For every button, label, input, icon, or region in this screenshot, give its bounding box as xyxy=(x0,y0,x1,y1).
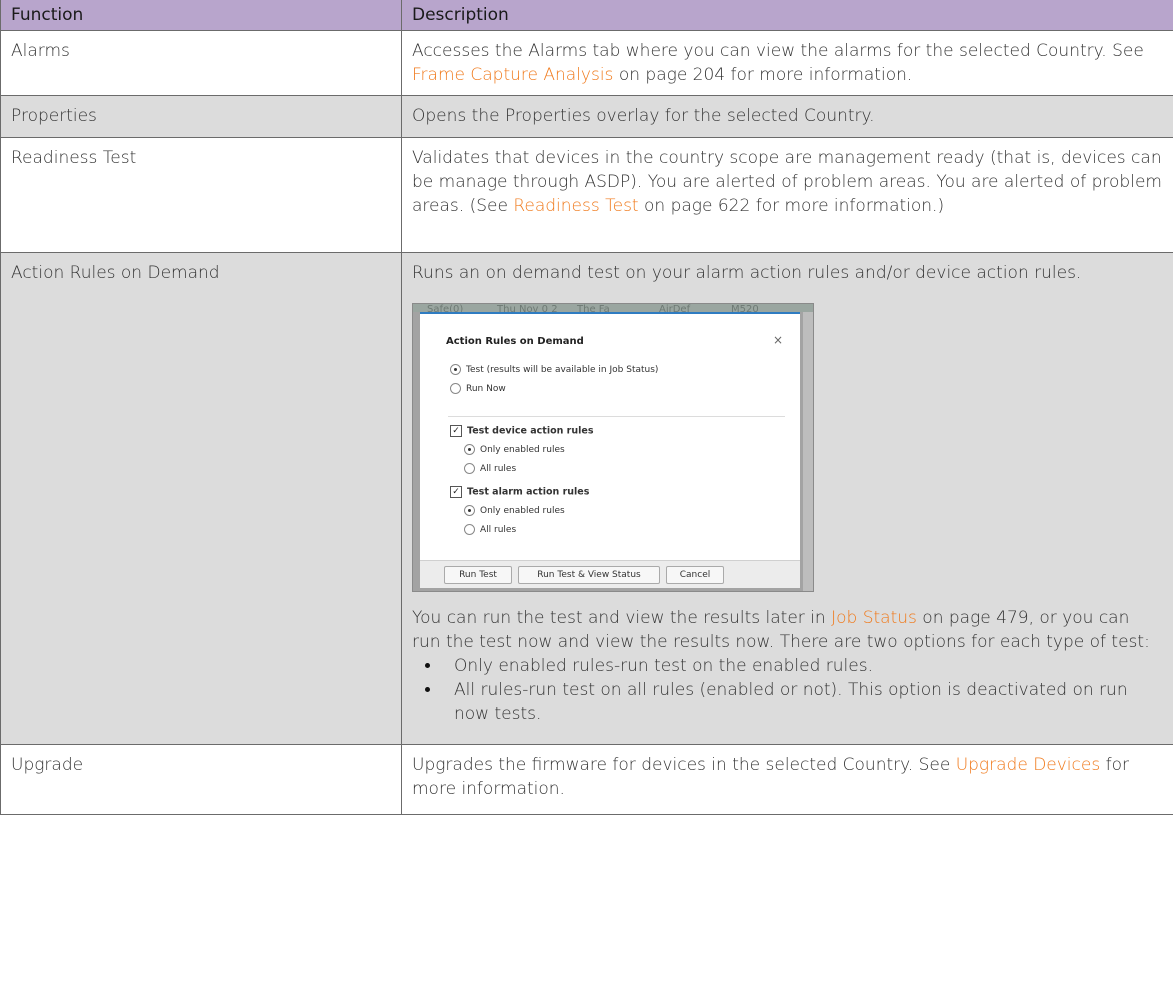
radio-selected-icon xyxy=(464,505,475,516)
strip-text: M520 xyxy=(731,304,759,312)
dialog-body: Action Rules on Demand × Test (results w… xyxy=(420,312,800,560)
strip-text: AirDef xyxy=(659,304,691,312)
option-label: Only enabled rules xyxy=(480,445,565,455)
table-row: Readiness Test Validates that devices in… xyxy=(0,137,1173,253)
description-paragraph: You can run the test and view the result… xyxy=(412,606,1163,654)
radio-device-only-enabled[interactable]: Only enabled rules xyxy=(464,444,565,456)
test-alarm-action-rules-checkbox[interactable]: ✓ Test alarm action rules xyxy=(450,486,589,498)
description-cell: Opens the Properties overlay for the sel… xyxy=(401,95,1173,138)
divider xyxy=(448,416,785,417)
table-row: Upgrade Upgrades the firmware for device… xyxy=(0,744,1173,815)
radio-icon xyxy=(464,463,475,474)
options-list: Only enabled rules-run test on the enabl… xyxy=(412,654,1163,726)
description-text: Accesses the Alarms tab where you can vi… xyxy=(412,41,1144,61)
background-status-strip: Safe(0) Thu Nov 0 2 The Fa AirDef M520 xyxy=(413,304,813,312)
frame-capture-analysis-link[interactable]: Frame Capture Analysis xyxy=(412,65,613,85)
radio-alarm-only-enabled[interactable]: Only enabled rules xyxy=(464,505,565,517)
test-device-action-rules-checkbox[interactable]: ✓ Test device action rules xyxy=(450,425,593,437)
table-row: Properties Opens the Properties overlay … xyxy=(0,95,1173,138)
description-text: Upgrades the firmware for devices in the… xyxy=(412,755,956,775)
column-header-description: Description xyxy=(401,0,1173,31)
strip-text: Safe(0) xyxy=(427,304,464,312)
radio-option-test[interactable]: Test (results will be available in Job S… xyxy=(450,364,658,376)
action-rules-dialog-screenshot: Safe(0) Thu Nov 0 2 The Fa AirDef M520 A… xyxy=(412,303,814,592)
table-row: Action Rules on Demand Runs an on demand… xyxy=(0,252,1173,745)
description-text: on page 622 for more information.) xyxy=(638,196,945,216)
function-cell: Upgrade xyxy=(0,744,402,815)
radio-selected-icon xyxy=(464,444,475,455)
description-cell: Upgrades the firmware for devices in the… xyxy=(401,744,1173,815)
description-text: on page 204 for more information. xyxy=(613,65,913,85)
description-intro: Runs an on demand test on your alarm act… xyxy=(412,263,1082,283)
function-cell: Readiness Test xyxy=(0,137,402,253)
upgrade-devices-link[interactable]: Upgrade Devices xyxy=(956,755,1101,775)
description-cell: Runs an on demand test on your alarm act… xyxy=(401,252,1173,745)
option-label: All rules xyxy=(480,464,517,474)
radio-device-all-rules[interactable]: All rules xyxy=(464,463,516,475)
checkbox-label: Test alarm action rules xyxy=(467,486,590,498)
functions-table: Function Description Alarms Accesses the… xyxy=(0,0,1173,815)
option-label: Run Now xyxy=(466,384,506,394)
description-cell: Validates that devices in the country sc… xyxy=(401,137,1173,253)
list-item: All rules-run test on all rules (enabled… xyxy=(442,678,1163,726)
list-item: Only enabled rules-run test on the enabl… xyxy=(442,654,1163,678)
dialog-title: Action Rules on Demand xyxy=(446,336,584,347)
function-cell: Properties xyxy=(0,95,402,138)
run-test-button[interactable]: Run Test xyxy=(444,566,512,584)
radio-selected-icon xyxy=(450,364,461,375)
description-cell: Accesses the Alarms tab where you can vi… xyxy=(401,30,1173,96)
strip-text: The Fa xyxy=(577,304,610,312)
cancel-button[interactable]: Cancel xyxy=(666,566,724,584)
function-cell: Alarms xyxy=(0,30,402,96)
checkbox-label: Test device action rules xyxy=(467,425,594,437)
table-header-row: Function Description xyxy=(0,0,1173,31)
column-header-function: Function xyxy=(0,0,402,31)
close-icon[interactable]: × xyxy=(773,328,783,352)
job-status-link[interactable]: Job Status xyxy=(831,608,917,628)
dialog-footer: Run Test Run Test & View Status Cancel xyxy=(420,560,800,588)
checkmark-icon: ✓ xyxy=(450,486,462,498)
background-panel-edge xyxy=(803,312,813,591)
option-label: Test (results will be available in Job S… xyxy=(466,365,659,375)
strip-text: Thu Nov 0 2 xyxy=(497,304,558,312)
radio-icon xyxy=(450,383,461,394)
option-label: Only enabled rules xyxy=(480,506,565,516)
checkmark-icon: ✓ xyxy=(450,425,462,437)
radio-icon xyxy=(464,524,475,535)
readiness-test-link[interactable]: Readiness Test xyxy=(513,196,638,216)
radio-alarm-all-rules[interactable]: All rules xyxy=(464,524,516,536)
radio-option-run-now[interactable]: Run Now xyxy=(450,383,506,395)
table-row: Alarms Accesses the Alarms tab where you… xyxy=(0,30,1173,96)
run-test-view-status-button[interactable]: Run Test & View Status xyxy=(518,566,660,584)
description-text: You can run the test and view the result… xyxy=(412,608,832,628)
option-label: All rules xyxy=(480,525,517,535)
function-cell: Action Rules on Demand xyxy=(0,252,402,745)
